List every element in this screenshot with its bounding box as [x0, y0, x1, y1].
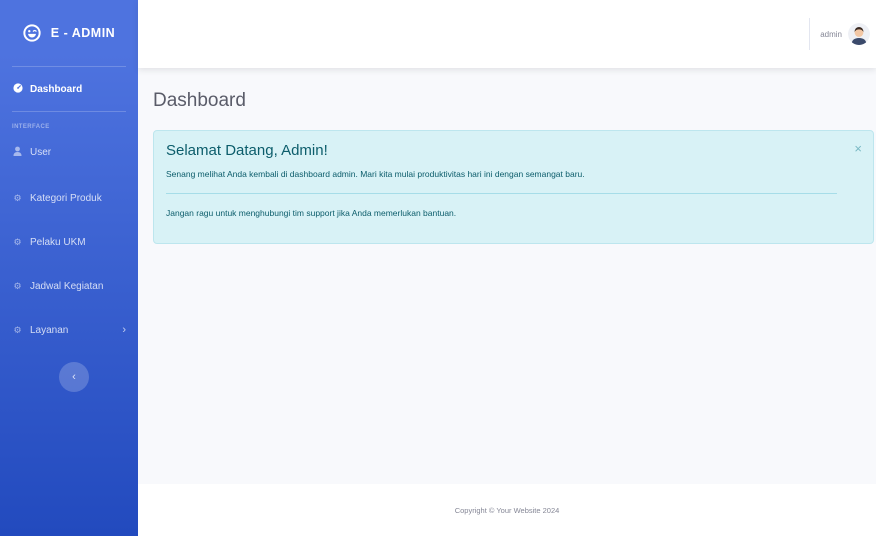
- user-dropdown-toggle[interactable]: admin: [820, 23, 870, 45]
- user-avatar-icon: [848, 23, 870, 45]
- footer: Copyright © Your Website 2024: [138, 484, 876, 536]
- cog-icon: ⚙: [13, 192, 22, 203]
- alert-heading: Selamat Datang, Admin!: [166, 142, 328, 159]
- sidebar-item-user-label: User: [30, 146, 52, 158]
- sidebar-toggle-button[interactable]: ‹: [59, 362, 89, 392]
- main-content: Dashboard Selamat Datang, Admin! Senang …: [138, 68, 876, 536]
- sidebar-item-dashboard[interactable]: Dashboard: [0, 67, 138, 111]
- sidebar-item-pelaku-ukm-label: Pelaku UKM: [30, 236, 86, 248]
- alert-support-message: Jangan ragu untuk menghubungi tim suppor…: [166, 208, 457, 218]
- copyright-text: Copyright © Your Website 2024: [454, 505, 560, 515]
- content-wrapper: admin Dashboard Selamat Datang, Admin! S…: [138, 0, 876, 536]
- topbar: admin: [138, 0, 876, 68]
- sidebar-item-layanan-label: Layanan: [30, 324, 69, 336]
- sidebar-item-dashboard-label: Dashboard: [30, 83, 83, 95]
- sidebar: E - ADMIN Dashboard INTERFACE User ⚙ Kat…: [0, 0, 138, 536]
- sidebar-item-layanan[interactable]: ⚙ Layanan ›: [0, 308, 138, 352]
- brand[interactable]: E - ADMIN: [0, 0, 138, 66]
- sidebar-item-kategori-produk-label: Kategori Produk: [30, 192, 102, 204]
- sidebar-item-jadwal-kegiatan-label: Jadwal Kegiatan: [30, 280, 104, 292]
- sidebar-item-pelaku-ukm[interactable]: ⚙ Pelaku UKM: [0, 220, 138, 264]
- laugh-wink-icon: [23, 24, 41, 42]
- user-icon: [12, 146, 23, 158]
- sidebar-item-kategori-produk[interactable]: ⚙ Kategori Produk: [0, 176, 138, 220]
- welcome-alert: Selamat Datang, Admin! Senang melihat An…: [153, 130, 874, 244]
- brand-name: E - ADMIN: [50, 26, 116, 40]
- close-icon[interactable]: ×: [854, 142, 862, 155]
- tachometer-icon: [12, 83, 23, 95]
- sidebar-heading-interface: INTERFACE: [12, 124, 50, 130]
- app-root: E - ADMIN Dashboard INTERFACE User ⚙ Kat…: [0, 0, 876, 536]
- sidebar-item-jadwal-kegiatan[interactable]: ⚙ Jadwal Kegiatan: [0, 264, 138, 308]
- cog-icon: ⚙: [13, 280, 22, 291]
- alert-divider: [166, 193, 837, 194]
- chevron-left-icon: ‹: [72, 371, 76, 383]
- alert-message: Senang melihat Anda kembali di dashboard…: [166, 169, 585, 179]
- user-name: admin: [820, 29, 842, 39]
- sidebar-item-user[interactable]: User: [0, 138, 138, 166]
- cog-icon: ⚙: [13, 324, 22, 335]
- cog-icon: ⚙: [13, 236, 22, 247]
- page-title: Dashboard: [153, 90, 246, 111]
- chevron-right-icon: ›: [122, 324, 126, 336]
- topbar-divider: [809, 18, 811, 50]
